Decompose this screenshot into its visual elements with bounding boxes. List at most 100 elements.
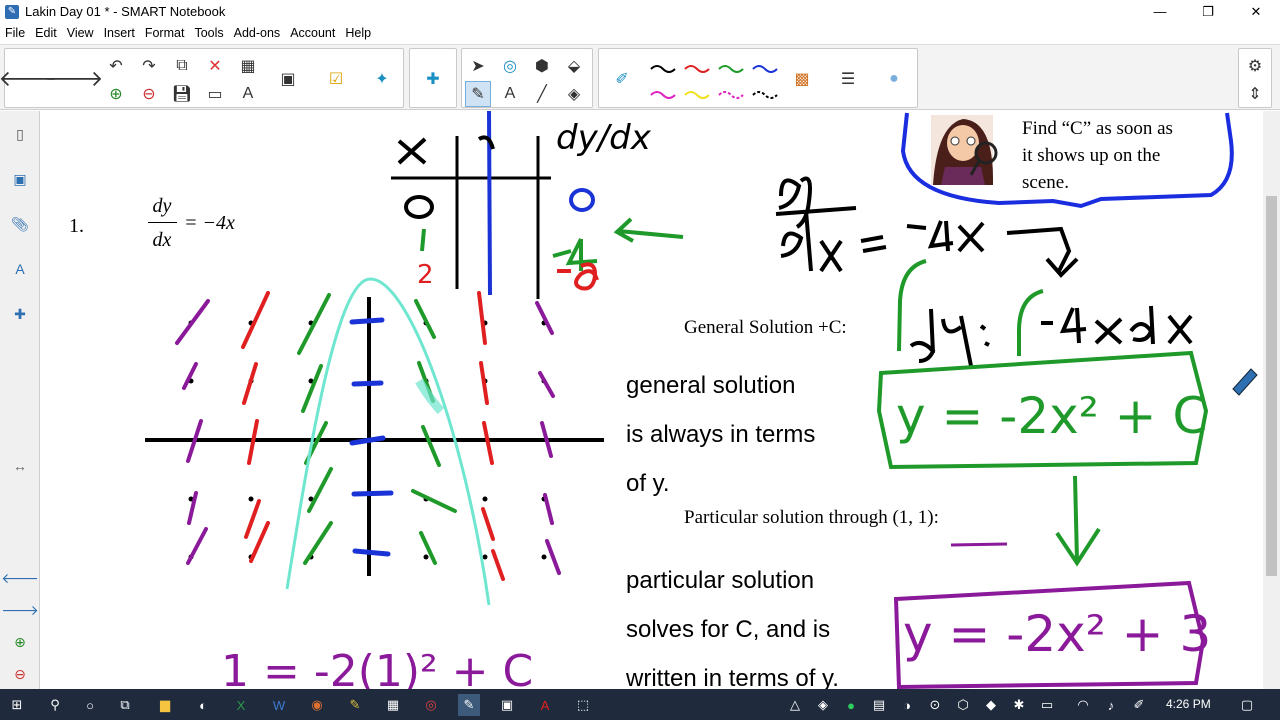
detective-avatar [931, 115, 998, 185]
attachments-icon[interactable]: 📎︎ [7, 211, 33, 237]
close-button[interactable]: ✕ [1232, 0, 1280, 23]
particular-solution-label: Particular solution through (1, 1): [684, 507, 939, 528]
security-icon[interactable]: ◆ [980, 694, 1002, 716]
menu-bar: File Edit View Insert Format Tools Add-o… [0, 23, 1280, 43]
response-icon[interactable]: ☑ [323, 66, 349, 92]
windows-start-icon[interactable]: ⊞ [6, 694, 28, 716]
menu-file[interactable]: File [0, 26, 30, 40]
wifi-icon[interactable]: ◠ [1072, 694, 1094, 716]
page-sorter-icon[interactable]: ▯ [7, 121, 33, 147]
notifications-icon[interactable]: ▢ [1236, 694, 1258, 716]
calendar-icon[interactable]: ▦ [382, 694, 404, 716]
eraser-icon[interactable]: ◈ [561, 81, 587, 107]
previous-page-icon[interactable]: 🡐 [1, 565, 39, 591]
pen-icon[interactable]: ✐ [609, 66, 635, 92]
note-general-2: is always in terms [626, 421, 816, 448]
scrollbar-thumb[interactable] [1266, 196, 1277, 576]
delete-icon[interactable]: ✕ [202, 53, 228, 79]
notebook-page[interactable]: 1. dy dx = −4x dy/dx 2 y = -2x² + C y = … [41, 111, 1263, 689]
menu-tools[interactable]: Tools [189, 26, 228, 40]
eraser-fill-icon[interactable]: ⬢ [529, 53, 555, 79]
menu-help[interactable]: Help [340, 26, 376, 40]
menu-edit[interactable]: Edit [30, 26, 62, 40]
tray-icon-1[interactable]: △ [784, 694, 806, 716]
general-answer: y = -2x² + C [896, 387, 1207, 445]
screen-shade-icon[interactable]: ⧉ [169, 53, 195, 79]
app-icon-2[interactable]: ▣ [496, 694, 518, 716]
window-title: Lakin Day 01 * - SMART Notebook [25, 4, 226, 19]
properties-icon[interactable]: A [7, 256, 33, 282]
green-slopes [297, 293, 457, 565]
cortana-icon[interactable]: ○ [79, 694, 101, 716]
task-view-icon[interactable]: ⧉ [114, 694, 136, 716]
bottom-work: 1 = -2(1)² + C [221, 646, 533, 689]
search-icon[interactable]: ⚲ [44, 694, 66, 716]
note-particular-3: written in terms of y. [626, 665, 839, 689]
tray-icon-6[interactable]: ⬡ [952, 694, 974, 716]
note-general-3: of y. [626, 470, 670, 497]
firefox-icon[interactable]: ◉ [306, 694, 328, 716]
title-bar: ✎ Lakin Day 01 * - SMART Notebook — ❐ ✕ [0, 0, 1280, 23]
select-icon[interactable]: ➤ [465, 53, 491, 79]
menu-addons[interactable]: Add-ons [229, 26, 286, 40]
display-icon[interactable]: ▭ [202, 81, 228, 107]
addons-icon[interactable]: ✦ [369, 66, 395, 92]
maximize-button[interactable]: ❐ [1184, 0, 1232, 23]
gallery-icon[interactable]: ▣ [7, 166, 33, 192]
pen-colors-palette[interactable] [647, 57, 787, 101]
vertical-scrollbar[interactable] [1263, 111, 1280, 689]
transparency-icon[interactable]: ● [881, 66, 907, 92]
menu-account[interactable]: Account [285, 26, 340, 40]
tray-icon-4[interactable]: ◑ [896, 694, 918, 716]
word-icon[interactable]: W [268, 694, 290, 716]
text-tool-icon[interactable]: A [235, 81, 261, 107]
spotify-icon[interactable]: ● [840, 694, 862, 716]
undo-icon[interactable]: ↶ [103, 53, 129, 79]
menu-format[interactable]: Format [140, 26, 190, 40]
pen-tray-icon[interactable]: ✐ [1128, 694, 1150, 716]
bubble-line-1: Find “C” as soon as [1022, 118, 1173, 139]
menu-view[interactable]: View [62, 26, 99, 40]
file-explorer-icon[interactable]: ▆ [154, 694, 176, 716]
back-arrow-icon[interactable]: 🡐 [0, 66, 58, 92]
document-camera-icon[interactable]: ▣ [275, 66, 301, 92]
line-style-icon[interactable]: ☰ [835, 66, 861, 92]
redo-icon[interactable]: ↷ [136, 53, 162, 79]
tray-icon-3[interactable]: ▤ [868, 694, 890, 716]
side-tabs: ▯ ▣ 📎︎ A ✚ ↔ 🡐 🡒 ⊕ ⊖ [0, 111, 40, 689]
text-icon[interactable]: A [497, 81, 523, 107]
bluetooth-icon[interactable]: ✱ [1008, 694, 1030, 716]
tray-icon-2[interactable]: ◈ [812, 694, 834, 716]
pens-icon[interactable]: ✎ [465, 81, 491, 107]
fill-icon[interactable]: ⬙ [561, 53, 587, 79]
minimize-button[interactable]: — [1136, 0, 1184, 23]
snip-icon[interactable]: ⬚ [572, 694, 594, 716]
save-icon[interactable]: 💾︎ [169, 81, 195, 107]
color-grid-icon[interactable]: ▩ [789, 66, 815, 92]
shapes-icon[interactable]: ◎ [497, 53, 523, 79]
forward-arrow-icon[interactable]: 🡒 [45, 66, 104, 92]
resize-sidebar-icon[interactable]: ↔ [7, 453, 33, 479]
delete-page-side-icon[interactable]: ⊖ [7, 661, 33, 687]
notes-icon[interactable]: ✎ [344, 694, 366, 716]
move-toolbar-icon[interactable]: ⇕ [1242, 81, 1268, 107]
add-page-icon[interactable]: ⊕ [103, 81, 129, 107]
chrome-icon[interactable]: ◎ [420, 694, 442, 716]
acrobat-icon[interactable]: A [534, 694, 556, 716]
addons-tab-icon[interactable]: ✚ [7, 301, 33, 327]
volume-icon[interactable]: ♪ [1100, 694, 1122, 716]
table-icon[interactable]: ▦ [235, 53, 261, 79]
menu-insert[interactable]: Insert [99, 26, 140, 40]
battery-icon[interactable]: ▭ [1036, 694, 1058, 716]
add-page-side-icon[interactable]: ⊕ [7, 629, 33, 655]
delete-page-icon[interactable]: ⊖ [136, 81, 162, 107]
clock[interactable]: 4:26 PM [1166, 697, 1211, 711]
line-icon[interactable]: ╱ [529, 81, 555, 107]
smart-notebook-taskbar-icon[interactable]: ✎ [458, 694, 480, 716]
next-page-icon[interactable]: 🡒 [1, 597, 39, 623]
puzzle-icon[interactable]: ✚ [420, 66, 446, 92]
excel-icon[interactable]: X [230, 694, 252, 716]
tray-icon-5[interactable]: ⊙ [924, 694, 946, 716]
app-icon-1[interactable]: ◐ [192, 694, 214, 716]
gear-icon[interactable]: ⚙ [1242, 53, 1268, 79]
